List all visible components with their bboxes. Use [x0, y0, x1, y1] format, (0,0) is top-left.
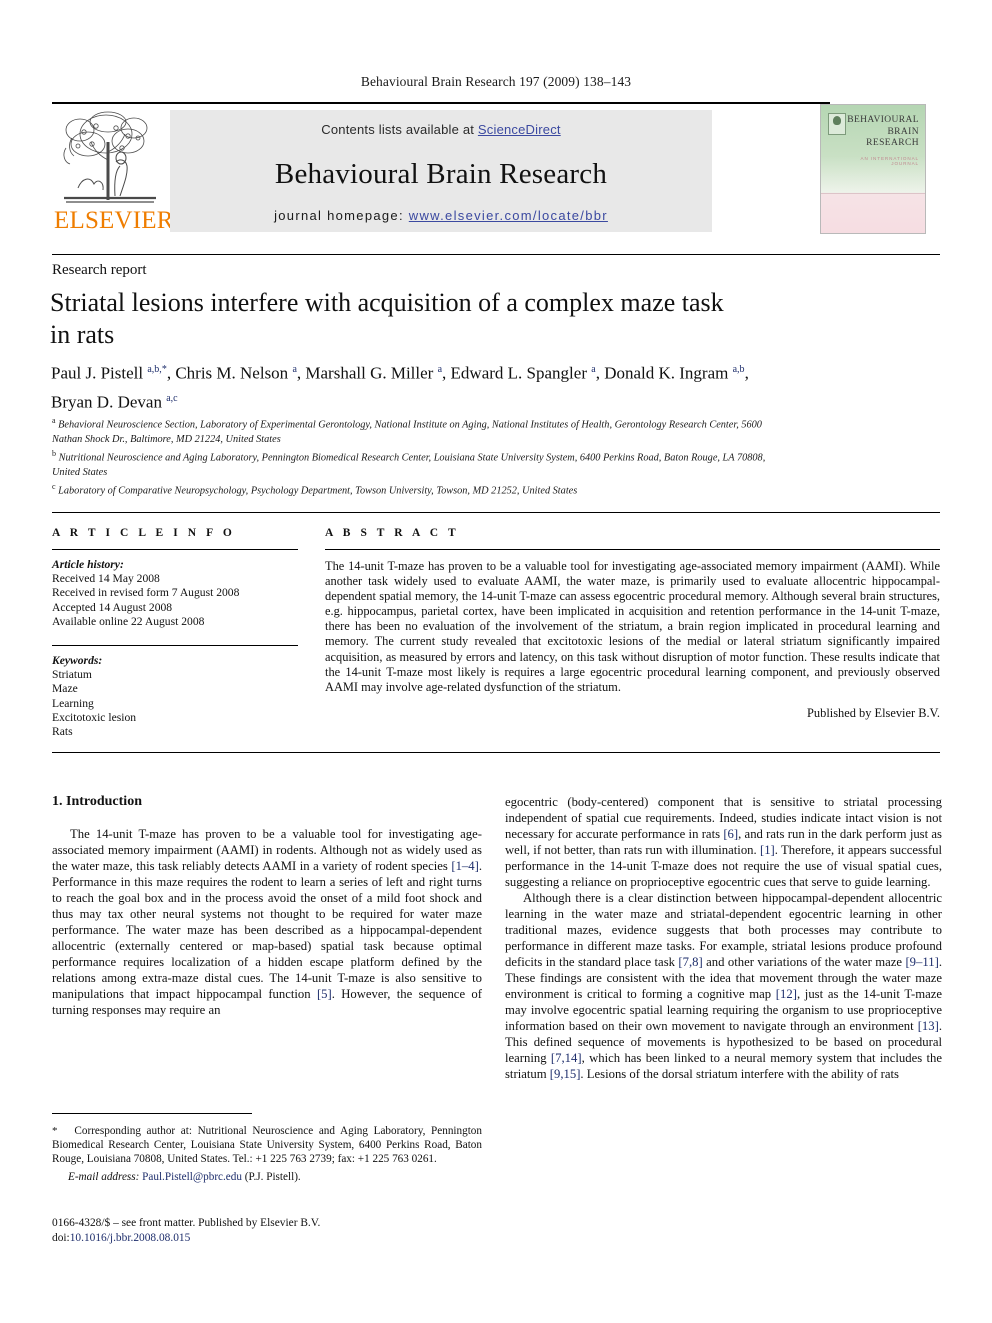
footnote-rule [52, 1113, 252, 1114]
affiliation-text: Laboratory of Comparative Neuropsycholog… [58, 485, 578, 497]
email-link[interactable]: Paul.Pistell@pbrc.edu [142, 1171, 242, 1183]
abstract-publisher-line: Published by Elsevier B.V. [807, 705, 940, 720]
affiliation-marker: a [52, 416, 56, 425]
body-column-right: egocentric (body-centered) component tha… [505, 794, 942, 1082]
journal-masthead: ELSEVIER Contents lists available at Sci… [52, 102, 940, 234]
article-info-heading: A R T I C L E I N F O [52, 527, 236, 539]
journal-title: Behavioural Brain Research [274, 158, 608, 190]
author-list: Paul J. Pistell a,b,*, Chris M. Nelson a… [51, 363, 749, 412]
paper-page: Behavioural Brain Research 197 (2009) 13… [0, 0, 992, 1323]
affiliation-item: b Nutritional Neuroscience and Aging Lab… [52, 447, 772, 480]
email-label: E-mail address: [68, 1171, 140, 1183]
article-history-label: Article history: [52, 558, 124, 571]
history-item: Available online 22 August 2008 [52, 614, 205, 628]
doi-line: doi:10.1016/j.bbr.2008.08.015 [52, 1231, 482, 1246]
cover-subtitle: AN INTERNATIONAL JOURNAL [860, 156, 919, 166]
keyword-item: Learning [52, 696, 94, 710]
cover-divider [821, 193, 925, 194]
section-heading-introduction: 1. Introduction [52, 794, 142, 809]
corresponding-author-footnote: * Corresponding author at: Nutritional N… [52, 1124, 482, 1184]
article-history: Article history: Received 14 May 2008 Re… [52, 558, 298, 629]
journal-homepage-line: journal homepage: www.elsevier.com/locat… [170, 208, 712, 223]
journal-band: Contents lists available at ScienceDirec… [170, 110, 712, 232]
article-type: Research report [52, 262, 147, 278]
email-line: E-mail address: Paul.Pistell@pbrc.edu (P… [52, 1170, 482, 1184]
history-item: Received in revised form 7 August 2008 [52, 586, 240, 600]
article-head-rule [52, 254, 940, 255]
article-info-column: A R T I C L E I N F O Article history: R… [52, 527, 298, 739]
email-owner: (P.J. Pistell). [244, 1171, 301, 1183]
affiliation-item: a Behavioral Neuroscience Section, Labor… [52, 414, 772, 447]
sciencedirect-link[interactable]: ScienceDirect [478, 122, 561, 137]
history-item: Accepted 14 August 2008 [52, 600, 173, 614]
body-column-left: 1. Introduction The 14-unit T-maze has p… [52, 794, 482, 1018]
abstract-text: The 14-unit T-maze has proven to be a va… [325, 559, 940, 694]
elsevier-logo: ELSEVIER [54, 108, 174, 234]
cover-title-line2: BRAIN [887, 126, 919, 137]
cover-title-line3: RESEARCH [866, 138, 919, 148]
affiliation-text: Behavioral Neuroscience Section, Laborat… [52, 419, 762, 445]
abstract-divider [325, 549, 940, 550]
masthead-top-rule [52, 102, 830, 104]
history-item: Received 14 May 2008 [52, 572, 160, 586]
affiliation-list: a Behavioral Neuroscience Section, Labor… [52, 414, 772, 499]
cover-title: BEHAVIOURAL BRAIN RESEARCH [839, 115, 919, 150]
elsevier-wordmark: ELSEVIER [54, 207, 174, 234]
affiliation-marker: c [52, 482, 56, 492]
copyright-block: 0166-4328/$ – see front matter. Publishe… [52, 1216, 482, 1245]
corresponding-author-text: * Corresponding author at: Nutritional N… [52, 1125, 482, 1165]
article-info-divider [52, 549, 298, 550]
info-top-rule [52, 512, 940, 513]
affiliation-text: Nutritional Neuroscience and Aging Labor… [52, 452, 766, 479]
issn-frontmatter-line: 0166-4328/$ – see front matter. Publishe… [52, 1217, 321, 1229]
doi-link[interactable]: 10.1016/j.bbr.2008.08.015 [70, 1232, 191, 1244]
keyword-item: Striatum [52, 668, 92, 682]
doi-label: doi: [52, 1231, 70, 1244]
journal-cover-thumbnail: BEHAVIOURAL BRAIN RESEARCH AN INTERNATIO… [820, 104, 926, 234]
journal-homepage-link[interactable]: www.elsevier.com/locate/bbr [409, 208, 608, 223]
homepage-label: journal homepage: [274, 208, 404, 223]
keyword-item: Rats [52, 725, 73, 739]
intro-paragraph-1-cont: egocentric (body-centered) component tha… [505, 795, 943, 889]
contents-prefix: Contents lists available at [321, 122, 478, 137]
abstract-heading: A B S T R A C T [325, 527, 460, 539]
running-head: Behavioural Brain Research 197 (2009) 13… [360, 74, 632, 89]
elsevier-tree-icon [58, 108, 162, 206]
contents-available-line: Contents lists available at ScienceDirec… [170, 122, 712, 137]
keyword-item: Maze [52, 682, 78, 696]
info-bottom-rule [52, 752, 940, 753]
keyword-item: Excitotoxic lesion [52, 710, 137, 724]
abstract-column: A B S T R A C T The 14-unit T-maze has p… [325, 527, 940, 721]
keywords-block: Keywords: Striatum Maze Learning Excitot… [52, 654, 298, 739]
intro-paragraph-1: The 14-unit T-maze has proven to be a va… [52, 827, 482, 1017]
keywords-label: Keywords: [52, 654, 103, 668]
cover-title-line1: BEHAVIOURAL [847, 115, 919, 125]
affiliation-marker: b [52, 449, 56, 459]
page-title: Striatal lesions interfere with acquisit… [50, 288, 724, 349]
keywords-divider [52, 645, 298, 647]
affiliation-item: c Laboratory of Comparative Neuropsychol… [52, 480, 772, 499]
intro-paragraph-2: Although there is a clear distinction be… [505, 891, 942, 1081]
